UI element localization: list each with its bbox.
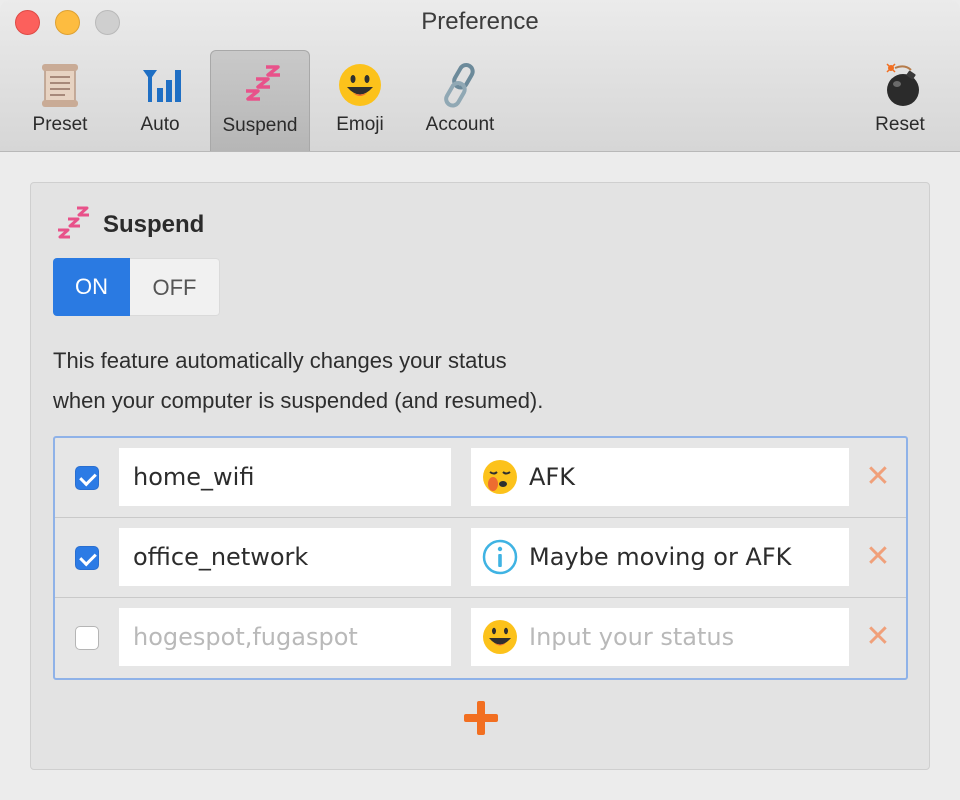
preference-window: Preference Preset Auto Suspend Emoji Acc… (0, 0, 960, 800)
status-input[interactable]: AFK (471, 448, 849, 506)
delete-rule-button[interactable]: ✕ (863, 622, 893, 652)
status-text: AFK (529, 463, 575, 491)
info-icon (482, 539, 518, 575)
toolbar-emoji-label: Emoji (336, 114, 384, 135)
toolbar-suspend[interactable]: Suspend (210, 50, 310, 151)
rule-enabled-checkbox[interactable] (75, 626, 99, 650)
smiley-icon (339, 64, 381, 106)
suspend-panel: Suspend ON OFF This feature automaticall… (30, 182, 930, 770)
toolbar-preset[interactable]: Preset (10, 50, 110, 151)
on-off-toggle: ON OFF (53, 258, 220, 316)
zzz-icon (246, 65, 280, 101)
network-input[interactable]: office_network (119, 528, 451, 586)
status-input[interactable]: Maybe moving or AFK (471, 528, 849, 586)
toolbar-reset-label: Reset (875, 114, 925, 135)
toolbar-auto-label: Auto (140, 114, 180, 135)
signal-antenna-icon (143, 70, 181, 102)
link-chain-icon (444, 62, 475, 108)
status-input[interactable]: Input your status (471, 608, 849, 666)
toolbar-account-label: Account (425, 114, 495, 135)
toolbar-reset[interactable]: Reset (850, 50, 950, 151)
feature-description: This feature automatically changes your … (53, 341, 543, 421)
rule-enabled-checkbox[interactable] (75, 546, 99, 570)
toolbar-account[interactable]: Account (410, 50, 510, 151)
window-title: Preference (421, 8, 539, 35)
on-button[interactable]: ON (53, 258, 130, 316)
scroll-icon (42, 64, 78, 107)
status-placeholder: Input your status (529, 623, 735, 651)
rule-row: office_network Maybe moving or AFK ✕ (55, 518, 906, 598)
network-input[interactable]: home_wifi (119, 448, 451, 506)
rules-list: home_wifi AFK ✕ office_network Maybe mov… (53, 436, 908, 680)
rule-row: hogespot,fugaspot Input your status ✕ (55, 598, 906, 678)
add-rule-button[interactable] (461, 698, 501, 738)
bomb-icon (886, 63, 919, 106)
smiley-icon (483, 620, 517, 654)
zzz-icon (58, 206, 89, 239)
description-line-1: This feature automatically changes your … (53, 348, 507, 373)
description-line-2: when your computer is suspended (and res… (53, 388, 544, 413)
rule-enabled-checkbox[interactable] (75, 466, 99, 490)
toolbar-preset-label: Preset (32, 114, 88, 135)
section-title: Suspend (103, 211, 205, 238)
network-input[interactable]: hogespot,fugaspot (119, 608, 451, 666)
status-text: Maybe moving or AFK (529, 543, 792, 571)
delete-rule-button[interactable]: ✕ (863, 542, 893, 572)
toolbar-emoji[interactable]: Emoji (310, 50, 410, 151)
delete-rule-button[interactable]: ✕ (863, 462, 893, 492)
rule-row: home_wifi AFK ✕ (55, 438, 906, 518)
toolbar-suspend-label: Suspend (222, 115, 298, 136)
sleepy-face-icon (483, 460, 517, 494)
title-toolbar: Preference Preset Auto Suspend Emoji Acc… (0, 0, 960, 152)
toolbar-auto[interactable]: Auto (110, 50, 210, 151)
off-button[interactable]: OFF (130, 258, 220, 316)
